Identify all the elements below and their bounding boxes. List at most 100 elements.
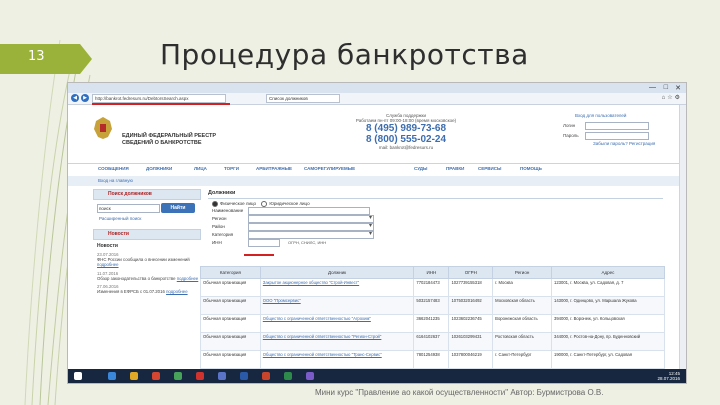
field-row: Категория <box>208 230 663 239</box>
url-field[interactable]: http://bankrot.fedresurs.ru/DebtorsSearc… <box>92 94 226 103</box>
news-item[interactable]: 27.06.2016 Изменения в ЕФРСБ с 01.07.201… <box>93 284 201 294</box>
support-email[interactable]: mail: bankrot@fedresurs.ru <box>336 145 476 150</box>
cell-debtor[interactable]: Общество с ограниченной ответственностью… <box>259 314 415 333</box>
column-header[interactable]: Регион <box>492 266 552 279</box>
emblem-icon <box>94 117 112 139</box>
excel-icon[interactable] <box>284 372 292 380</box>
cell-debtor[interactable]: ООО "Промсервис" <box>259 296 415 315</box>
menu-item-courts[interactable]: СУДЫ <box>414 166 427 171</box>
gear-icon[interactable]: ⚙ <box>675 95 682 101</box>
support-phone-2[interactable]: 8 (800) 555-02-24 <box>336 134 476 145</box>
table-row[interactable]: Обычная организация ООО "Промсервис" 503… <box>200 296 665 315</box>
cell-ogrn: 1026103299431 <box>448 332 494 351</box>
field-row: Район <box>208 222 663 231</box>
yandex-icon[interactable] <box>196 372 204 380</box>
category-select[interactable] <box>248 230 374 239</box>
close-icon[interactable]: ✕ <box>675 84 681 92</box>
forward-icon[interactable]: ▶ <box>81 94 89 102</box>
breadcrumb: Вход на главную <box>68 176 686 186</box>
word-icon[interactable] <box>240 372 248 380</box>
cell-region: г. Москва <box>492 278 552 297</box>
column-header[interactable]: Должник <box>259 266 415 279</box>
login-extra-links[interactable]: Забыли пароль? Регистрация <box>593 141 655 146</box>
table-row[interactable]: Обычная организация Общество с ограничен… <box>200 350 665 369</box>
support-phone-1[interactable]: 8 (495) 989-73-68 <box>336 123 476 134</box>
folder-icon[interactable] <box>130 372 138 380</box>
news-header: Новости <box>93 229 201 240</box>
ie-icon[interactable] <box>108 372 116 380</box>
menu-item-edits[interactable]: ПРАВКИ <box>446 166 464 171</box>
cell-debtor[interactable]: Общество с ограниченной ответственностью… <box>259 332 415 351</box>
search-button[interactable]: Найти <box>161 203 195 213</box>
table-header-row: Категория Должник ИНН ОГРН Регион Адрес <box>200 266 665 279</box>
cell-debtor[interactable]: Общество с ограниченной ответственностью… <box>259 350 415 369</box>
cell-inn: 7801254938 <box>413 350 450 369</box>
field-label: Район <box>212 224 225 229</box>
radio-company-label: Юридическое лицо <box>269 201 310 207</box>
app-icon[interactable] <box>152 372 160 380</box>
district-select[interactable] <box>248 222 374 231</box>
login-input[interactable] <box>585 122 649 130</box>
cell-address: 123001, г. Москва, ул. Садовая, д. 7 <box>551 278 665 297</box>
region-select[interactable] <box>248 214 374 223</box>
menu-item-persons[interactable]: ЛИЦА <box>194 166 207 171</box>
table-row[interactable]: Обычная организация Общество с ограничен… <box>200 332 665 351</box>
browser-tab[interactable]: Список должников <box>266 94 340 103</box>
app-icon[interactable] <box>174 372 182 380</box>
support-block: Служба поддержки Работаем пн-пт 09:00-18… <box>336 113 476 150</box>
clock-date: 28.07.2016 <box>657 375 680 381</box>
login-link[interactable]: Вход для пользователей <box>575 113 626 118</box>
inn-field[interactable] <box>248 239 280 247</box>
news-link[interactable]: подробнее <box>166 289 188 294</box>
field-row: ИНН ОГРН, СНИЛС, ИНН <box>208 239 663 247</box>
news-item[interactable]: 11.07.2016 Обзор законодательства о банк… <box>93 271 201 281</box>
back-icon[interactable]: ◀ <box>71 94 79 102</box>
table-row[interactable]: Обычная организация Закрытое акционерное… <box>200 278 665 297</box>
taskbar-clock[interactable]: 12:45 28.07.2016 <box>657 371 680 381</box>
cell-debtor[interactable]: Закрытое акционерное общество "Строй-Инв… <box>259 278 415 297</box>
column-header[interactable]: ИНН <box>413 266 450 279</box>
app-icon[interactable] <box>218 372 226 380</box>
column-header[interactable]: ОГРН <box>448 266 494 279</box>
slide-title: Процедура банкротства <box>160 38 529 71</box>
news-link[interactable]: подробнее <box>177 276 199 281</box>
menu-item-sro[interactable]: САМОРЕГУЛИРУЕМЫЕ <box>304 166 355 171</box>
scrollbar[interactable] <box>679 105 686 369</box>
toolbar-icons: ⌂☆⚙ <box>662 94 682 101</box>
menu-item-trades[interactable]: ТОРГИ <box>224 166 239 171</box>
name-field[interactable] <box>248 207 370 215</box>
menu-item-help[interactable]: ПОМОЩЬ <box>520 166 542 171</box>
menu-item-services[interactable]: СЕРВИСЫ <box>478 166 501 171</box>
cell-inn: 3662041235 <box>413 314 450 333</box>
slide-number-badge <box>0 44 92 74</box>
app-icon[interactable] <box>306 372 314 380</box>
maximize-icon[interactable]: □ <box>664 84 668 91</box>
cell-region: Московская область <box>492 296 552 315</box>
news-item[interactable]: 23.07.2016 ФНС России сообщила о внесени… <box>93 252 201 268</box>
inn-underline <box>244 254 274 256</box>
menu-item-messages[interactable]: СООБЩЕНИЯ <box>98 166 129 171</box>
column-header[interactable]: Адрес <box>551 266 665 279</box>
field-label: Категория <box>212 232 234 237</box>
slide: 13 Процедура банкротства — □ ✕ ◀ ▶ http:… <box>0 0 720 405</box>
news-link[interactable]: подробнее <box>97 262 119 267</box>
browser-titlebar: — □ ✕ <box>68 83 686 93</box>
star-icon[interactable]: ☆ <box>667 95 674 101</box>
column-header[interactable]: Категория <box>200 266 261 279</box>
browser-screenshot: — □ ✕ ◀ ▶ http://bankrot.fedresurs.ru/De… <box>67 82 687 384</box>
login-label: Логин <box>563 123 576 128</box>
table-row[interactable]: Обычная организация Общество с ограничен… <box>200 314 665 333</box>
breadcrumb-link[interactable]: Вход на главную <box>98 178 133 183</box>
start-icon[interactable] <box>74 372 82 380</box>
extended-search-link[interactable]: Расширенный поиск <box>93 216 201 221</box>
field-label: Регион <box>212 216 227 221</box>
password-input[interactable] <box>585 132 649 140</box>
debtors-table: Категория Должник ИНН ОГРН Регион Адрес … <box>200 266 665 369</box>
menu-item-debtors[interactable]: ДОЛЖНИКИ <box>146 166 172 171</box>
powerpoint-icon[interactable] <box>262 372 270 380</box>
cell-category: Обычная организация <box>200 314 261 333</box>
minimize-icon[interactable]: — <box>649 84 656 91</box>
search-input[interactable]: поиск <box>97 204 160 213</box>
menu-item-arbitr[interactable]: АРБИТРАЖНЫЕ <box>256 166 292 171</box>
cell-inn: 7702184473 <box>413 278 450 297</box>
